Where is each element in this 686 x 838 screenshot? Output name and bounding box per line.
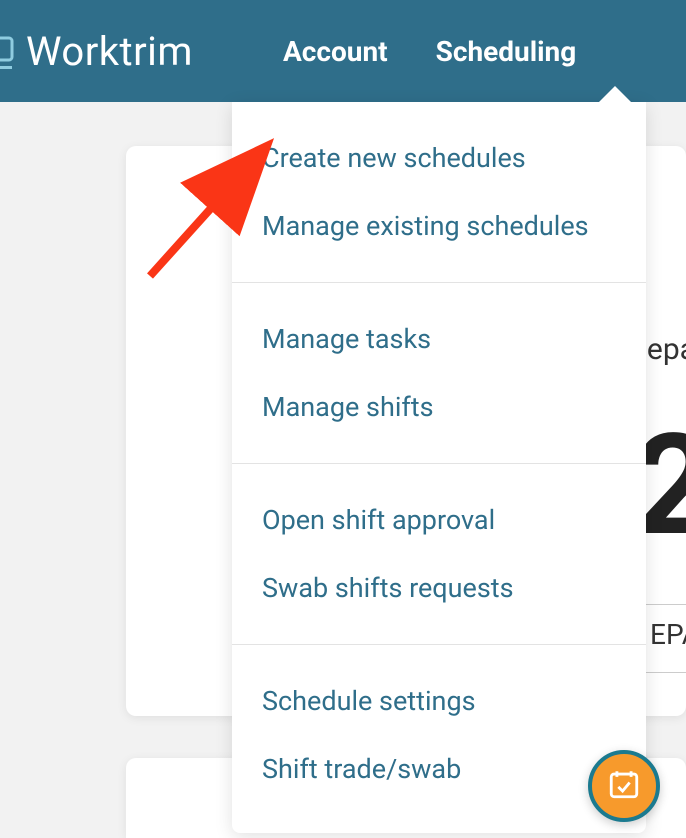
scheduling-dropdown: Create new schedules Manage existing sch…	[232, 102, 646, 833]
logo-icon	[0, 30, 18, 72]
menu-schedule-settings[interactable]: Schedule settings	[232, 667, 646, 735]
bg-partial-text-1: epa	[647, 332, 686, 367]
menu-manage-tasks[interactable]: Manage tasks	[232, 305, 646, 373]
divider-line	[644, 604, 686, 605]
dropdown-pointer	[597, 86, 633, 104]
menu-shift-trade-swab[interactable]: Shift trade/swab	[232, 735, 646, 803]
nav-scheduling[interactable]: Scheduling	[436, 35, 577, 68]
dropdown-group: Manage tasks Manage shifts	[232, 283, 646, 464]
brand-name: Worktrim	[26, 28, 193, 75]
menu-manage-shifts[interactable]: Manage shifts	[232, 373, 646, 441]
fab-schedule-button[interactable]	[588, 750, 660, 822]
divider-line	[644, 672, 686, 673]
dropdown-group: Create new schedules Manage existing sch…	[232, 102, 646, 283]
menu-manage-existing-schedules[interactable]: Manage existing schedules	[232, 192, 646, 260]
calendar-check-icon	[607, 767, 641, 805]
logo-area: Worktrim	[0, 28, 193, 75]
app-header: Worktrim Account Scheduling	[0, 0, 686, 102]
bg-partial-text-3: EPA	[650, 618, 686, 651]
menu-create-new-schedules[interactable]: Create new schedules	[232, 124, 646, 192]
menu-swab-shifts-requests[interactable]: Swab shifts requests	[232, 554, 646, 622]
dropdown-group: Schedule settings Shift trade/swab	[232, 645, 646, 833]
nav-account[interactable]: Account	[283, 35, 388, 68]
dropdown-group: Open shift approval Swab shifts requests	[232, 464, 646, 645]
menu-open-shift-approval[interactable]: Open shift approval	[232, 486, 646, 554]
main-nav: Account Scheduling	[283, 35, 576, 68]
